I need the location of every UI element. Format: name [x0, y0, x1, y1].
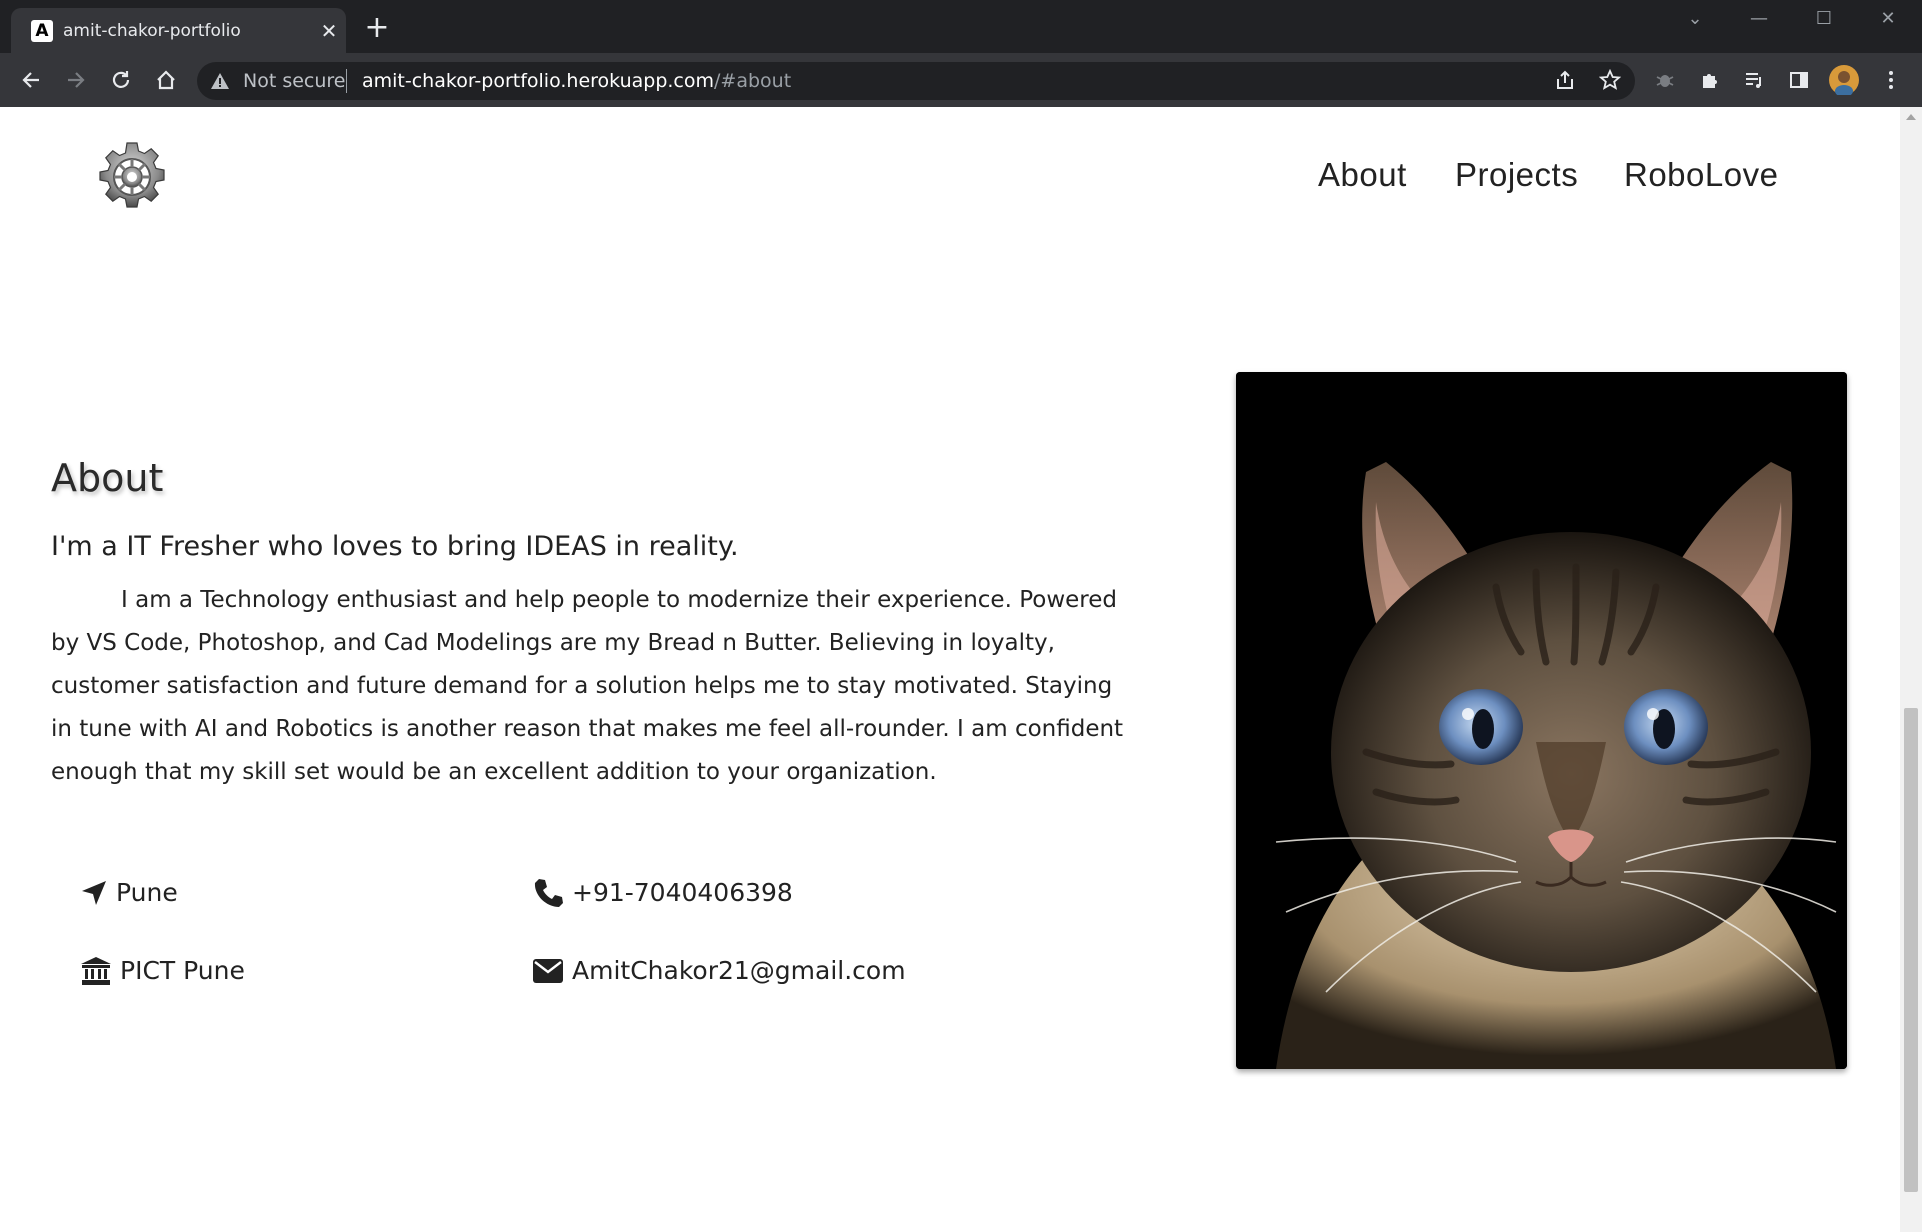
warning-icon[interactable]: [210, 71, 230, 91]
tab-title: amit-chakor-portfolio: [63, 21, 241, 41]
home-button[interactable]: [149, 63, 183, 97]
tab-strip: A amit-chakor-portfolio ✕ + ⌄ — ☐ ✕: [0, 0, 1922, 53]
new-tab-button[interactable]: +: [362, 13, 392, 44]
security-label[interactable]: Not secure: [243, 70, 346, 92]
media-button[interactable]: [1737, 63, 1771, 97]
home-icon: [157, 70, 175, 90]
url-divider: [346, 69, 347, 93]
extension-bug-button[interactable]: [1648, 63, 1682, 97]
puzzle-icon: [1703, 74, 1717, 88]
arrow-right-icon: [68, 72, 85, 88]
college-info: PICT Pune: [80, 954, 245, 988]
phone-text: +91-7040406398: [572, 878, 793, 907]
nav-about[interactable]: About: [1318, 155, 1407, 195]
tab-close-icon[interactable]: ✕: [316, 18, 342, 44]
reload-icon: [112, 71, 130, 88]
location-info: Pune: [80, 876, 178, 910]
back-button[interactable]: [14, 63, 48, 97]
maximize-button[interactable]: ☐: [1807, 4, 1841, 34]
reload-button[interactable]: [104, 63, 138, 97]
section-subtitle: I'm a IT Fresher who loves to bring IDEA…: [51, 531, 739, 562]
envelope-icon: [533, 959, 563, 983]
star-icon: [1599, 69, 1621, 90]
email-text[interactable]: AmitChakor21@gmail.com: [572, 954, 906, 988]
about-paragraph: I am a Technology enthusiast and help pe…: [51, 587, 1124, 785]
side-panel-icon: [1790, 72, 1808, 88]
section-title: About: [51, 456, 164, 500]
institution-icon: [81, 957, 111, 985]
browser-tab[interactable]: A amit-chakor-portfolio ✕: [11, 8, 346, 53]
college-text: PICT Pune: [120, 956, 245, 985]
minimize-button[interactable]: —: [1742, 4, 1776, 34]
share-icon: [1557, 70, 1573, 89]
gear-icon[interactable]: [96, 141, 168, 213]
side-panel-button[interactable]: [1782, 63, 1816, 97]
tab-search-icon[interactable]: ⌄: [1678, 4, 1712, 34]
scroll-up-icon[interactable]: [1903, 110, 1919, 124]
profile-photo: [1236, 372, 1847, 1069]
cat-portrait-image: [1236, 372, 1847, 1069]
scrollbar-thumb[interactable]: [1904, 708, 1918, 1192]
arrow-left-icon: [22, 72, 39, 88]
close-window-button[interactable]: ✕: [1871, 4, 1905, 34]
nav-projects[interactable]: Projects: [1455, 155, 1578, 195]
bookmark-button[interactable]: [1593, 63, 1627, 97]
url-host: amit-chakor-portfolio.herokuapp.com: [362, 70, 715, 92]
avatar: [1829, 65, 1859, 95]
share-button[interactable]: [1548, 63, 1582, 97]
bug-icon: [1656, 75, 1674, 87]
menu-button[interactable]: [1874, 63, 1908, 97]
nav-robolove[interactable]: RoboLove: [1624, 155, 1778, 195]
location-arrow-icon: [82, 881, 106, 905]
url-text[interactable]: amit-chakor-portfolio.herokuapp.com/#abo…: [362, 70, 791, 92]
kebab-menu-icon: [1889, 71, 1893, 89]
playlist-icon: [1746, 73, 1761, 88]
email-info: AmitChakor21@gmail.com: [532, 954, 906, 988]
forward-button[interactable]: [59, 63, 93, 97]
url-path: /#about: [714, 70, 792, 92]
tab-favicon-icon: A: [31, 20, 53, 42]
location-text: Pune: [116, 878, 178, 907]
phone-info: +91-7040406398: [532, 876, 793, 910]
extensions-button[interactable]: [1693, 63, 1727, 97]
phone-icon: [534, 879, 563, 907]
profile-button[interactable]: [1827, 63, 1861, 97]
